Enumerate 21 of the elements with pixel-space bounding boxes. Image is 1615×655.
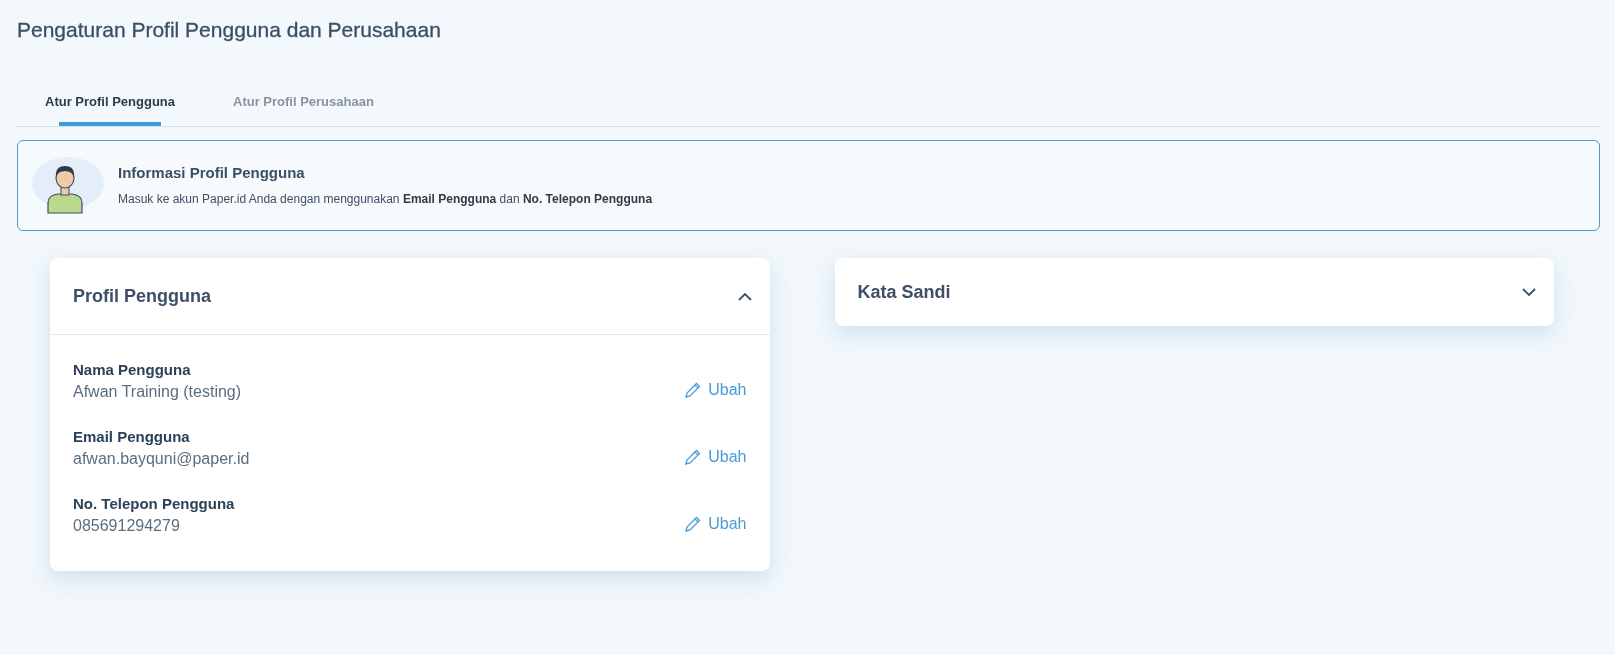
pencil-icon [684,381,703,399]
tab[interactable]: Atur Profil Perusahaan [217,80,390,126]
field-label: Nama Pengguna [73,361,192,378]
chevron-down-icon[interactable] [1522,287,1536,297]
field-label: No. Telepon Pengguna [73,495,235,512]
edit-button[interactable]: Ubah [684,448,747,468]
pencil-icon [684,515,703,533]
banner-text: Masuk ke akun Paper.id Anda dengan menggunakan Email Pengguna dan No. Telepon Pengguna [118,192,653,206]
edit-button[interactable]: Ubah [684,381,747,401]
field-value: Afwan Training (testing) [73,383,242,401]
card-title: Profil Pengguna [73,285,211,307]
chevron-up-icon[interactable] [737,291,752,301]
field-value: afwan.bayquni@paper.id [73,450,250,468]
tab[interactable]: Atur Profil Pengguna [29,80,191,126]
banner-title: Informasi Profil Pengguna [118,164,306,181]
field-value: 085691294279 [73,517,181,535]
page-title: Pengaturan Profil Pengguna dan Perusahaan [17,18,442,42]
card-title: Kata Sandi [857,281,951,303]
edit-button[interactable]: Ubah [684,515,747,535]
pencil-icon [684,448,703,466]
field-label: Email Pengguna [73,428,191,445]
